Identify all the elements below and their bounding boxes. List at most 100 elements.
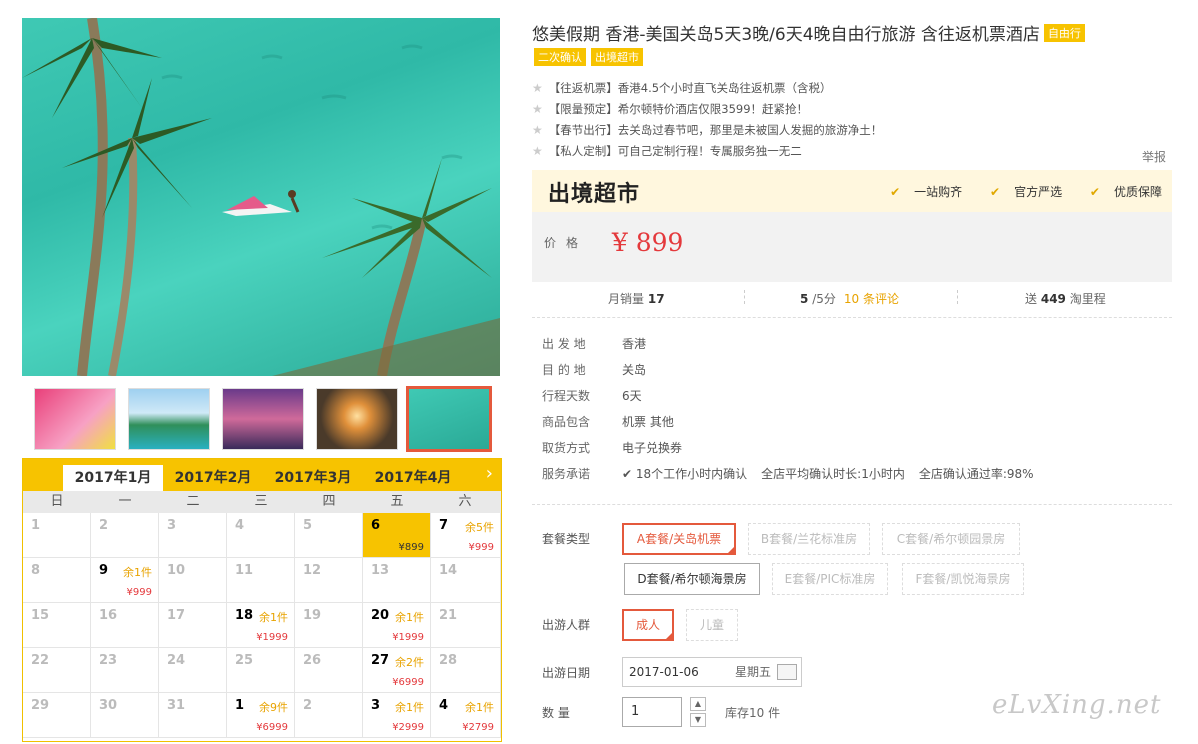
calendar-day-cell: 28 (431, 648, 501, 693)
calendar-day-cell: 24 (159, 648, 227, 693)
info-label: 出 发 地 (542, 337, 586, 351)
reviews-link[interactable]: 10 条评论 (844, 292, 899, 306)
rating-value: 5 (800, 292, 809, 306)
highlight-item: ★ 【私人定制】可自己定制行程！专属服务独一无二 (532, 141, 882, 162)
thumbnail-1[interactable] (34, 388, 116, 450)
travel-date-weekday: 星期五 (734, 665, 771, 679)
calendar-day-cell[interactable]: 1 余9件 ¥6999 (227, 693, 295, 738)
rating-suffix: /5分 (812, 292, 836, 306)
calendar-day-number: 5 (303, 518, 313, 533)
product-title-text: 悠美假期 香港-美国关岛5天3晚/6天4晚自由行旅游 含往返机票酒店 (532, 25, 1040, 45)
calendar-day-cell: 5 (295, 513, 363, 558)
points: 送 449 淘里程 (1025, 290, 1106, 307)
calendar-icon[interactable] (777, 664, 797, 680)
traveler-option-child[interactable]: 儿童 (686, 609, 738, 641)
calendar-day-cell: 23 (91, 648, 159, 693)
perk-item: ✔ 官方严选 (978, 185, 1062, 199)
calendar-day-cell[interactable]: 4 余1件 ¥2799 (431, 693, 501, 738)
calendar-day-number: 8 (31, 563, 41, 578)
rating: 5 /5分 10 条评论 (800, 290, 899, 307)
traveler-option-adult[interactable]: 成人 (622, 609, 674, 641)
calendar-day-number: 16 (99, 608, 118, 623)
star-icon: ★ (532, 144, 543, 158)
check-circle-icon: ✔ (1089, 185, 1100, 199)
service-item: 全店平均确认时长:1小时内 (761, 467, 905, 481)
info-value: 机票 其他 (622, 415, 674, 429)
calendar-day-remaining: 余1件 (123, 566, 152, 579)
calendar-day-cell[interactable]: 20 余1件 ¥1999 (363, 603, 431, 648)
calendar-day-cell: 31 (159, 693, 227, 738)
points-suffix: 淘里程 (1069, 292, 1106, 306)
calendar-day-number: 14 (439, 563, 458, 578)
price-box: 出境超市 ✔ 一站购齐 ✔ 官方严选 ✔ 优质保障 价格 ¥ 899 (532, 170, 1172, 282)
highlight-item: ★ 【限量预定】希尔顿特价酒店仅限3599！赶紧抢！ (532, 99, 882, 120)
calendar-grid: 1 2 3 4 5 6 ¥899 7 余5件 ¥999 8 9 余1件 ¥999 10 11 12 13 14 15 1… (23, 513, 501, 741)
report-link[interactable]: 举报 (1142, 148, 1166, 165)
calendar-day-number: 19 (303, 608, 322, 623)
tab-month-2[interactable]: 2017年2月 (163, 465, 263, 491)
calendar-day-number: 23 (99, 653, 118, 668)
star-icon: ★ (532, 102, 543, 116)
calendar-day-number: 13 (371, 563, 390, 578)
thumbnail-4[interactable] (316, 388, 398, 450)
tab-month-4[interactable]: 2017年4月 (363, 465, 463, 491)
calendar-day-cell[interactable]: 18 余1件 ¥1999 (227, 603, 295, 648)
calendar-day-remaining: 余1件 (259, 611, 288, 624)
perk-item: ✔ 优质保障 (1078, 185, 1162, 199)
tag-badge: 出境超市 (591, 48, 643, 66)
tag-badge: 二次确认 (534, 48, 586, 66)
calendar-day-number: 24 (167, 653, 186, 668)
package-option-e[interactable]: E套餐/PIC标准房 (772, 563, 888, 595)
calendar-day-cell[interactable]: 3 余1件 ¥2999 (363, 693, 431, 738)
check-circle-icon: ✔ (990, 185, 1001, 199)
weekday-label: 一 (118, 494, 132, 509)
quantity-input[interactable]: 1 (622, 697, 682, 727)
calendar-day-remaining: 余1件 (395, 701, 424, 714)
info-value: 关岛 (622, 363, 647, 377)
calendar-day-number: 30 (99, 698, 118, 713)
calendar-day-cell: 13 (363, 558, 431, 603)
calendar-day-cell[interactable]: 7 余5件 ¥999 (431, 513, 501, 558)
monthly-sales-label: 月销量 (608, 292, 645, 306)
tab-month-3[interactable]: 2017年3月 (263, 465, 363, 491)
weekday-label: 六 (458, 494, 472, 509)
product-tags: 二次确认 出境超市 (534, 48, 648, 66)
chevron-right-icon[interactable]: › (486, 463, 493, 484)
calendar-day-price: ¥1999 (392, 632, 424, 643)
perk-item: ✔ 一站购齐 (878, 185, 962, 199)
package-option-d[interactable]: D套餐/希尔顿海景房 (624, 563, 760, 595)
service-item: 18个工作小时内确认 (635, 467, 748, 481)
calendar-day-number: 26 (303, 653, 322, 668)
calendar-day-number: 2 (303, 698, 313, 713)
points-value: 449 (1040, 292, 1066, 306)
calendar-day-number: 4 (439, 698, 449, 713)
calendar-day-cell[interactable]: 6 ¥899 (363, 513, 431, 558)
chujing-market-logo: 出境超市 (548, 182, 641, 207)
tab-month-1[interactable]: 2017年1月 (63, 465, 163, 491)
quantity-down-button[interactable]: ▼ (690, 713, 706, 727)
package-option-f[interactable]: F套餐/凯悦海景房 (902, 563, 1024, 595)
weekday-label: 三 (254, 494, 268, 509)
calendar-day-price: ¥2799 (462, 722, 494, 733)
calendar-day-number: 27 (371, 653, 390, 668)
info-row-departure: 出 发 地 香港 (542, 334, 1034, 360)
calendar-day-price: ¥1999 (256, 632, 288, 643)
quantity-label: 数 量 (542, 706, 570, 720)
calendar-day-cell[interactable]: 9 余1件 ¥999 (91, 558, 159, 603)
package-option-a[interactable]: A套餐/关岛机票 (622, 523, 736, 555)
service-item: 全店确认通过率:98% (918, 467, 1034, 481)
calendar-day-number: 20 (371, 608, 390, 623)
thumbnail-5[interactable] (406, 386, 492, 452)
calendar-day-cell[interactable]: 27 余2件 ¥6999 (363, 648, 431, 693)
thumbnail-3[interactable] (222, 388, 304, 450)
sales-stats: 月销量 17 5 /5分 10 条评论 送 449 淘里程 (532, 284, 1172, 318)
divider (957, 290, 958, 304)
highlight-text: 【私人定制】可自己定制行程！专属服务独一无二 (548, 144, 802, 158)
weekday-label: 四 (322, 494, 336, 509)
thumbnail-2[interactable] (128, 388, 210, 450)
weekday-label: 日 (50, 494, 64, 509)
package-option-c[interactable]: C套餐/希尔顿园景房 (882, 523, 1020, 555)
travel-date-input[interactable]: 2017-01-06 星期五 (622, 657, 802, 687)
quantity-up-button[interactable]: ▲ (690, 697, 706, 711)
package-option-b[interactable]: B套餐/兰花标准房 (748, 523, 870, 555)
